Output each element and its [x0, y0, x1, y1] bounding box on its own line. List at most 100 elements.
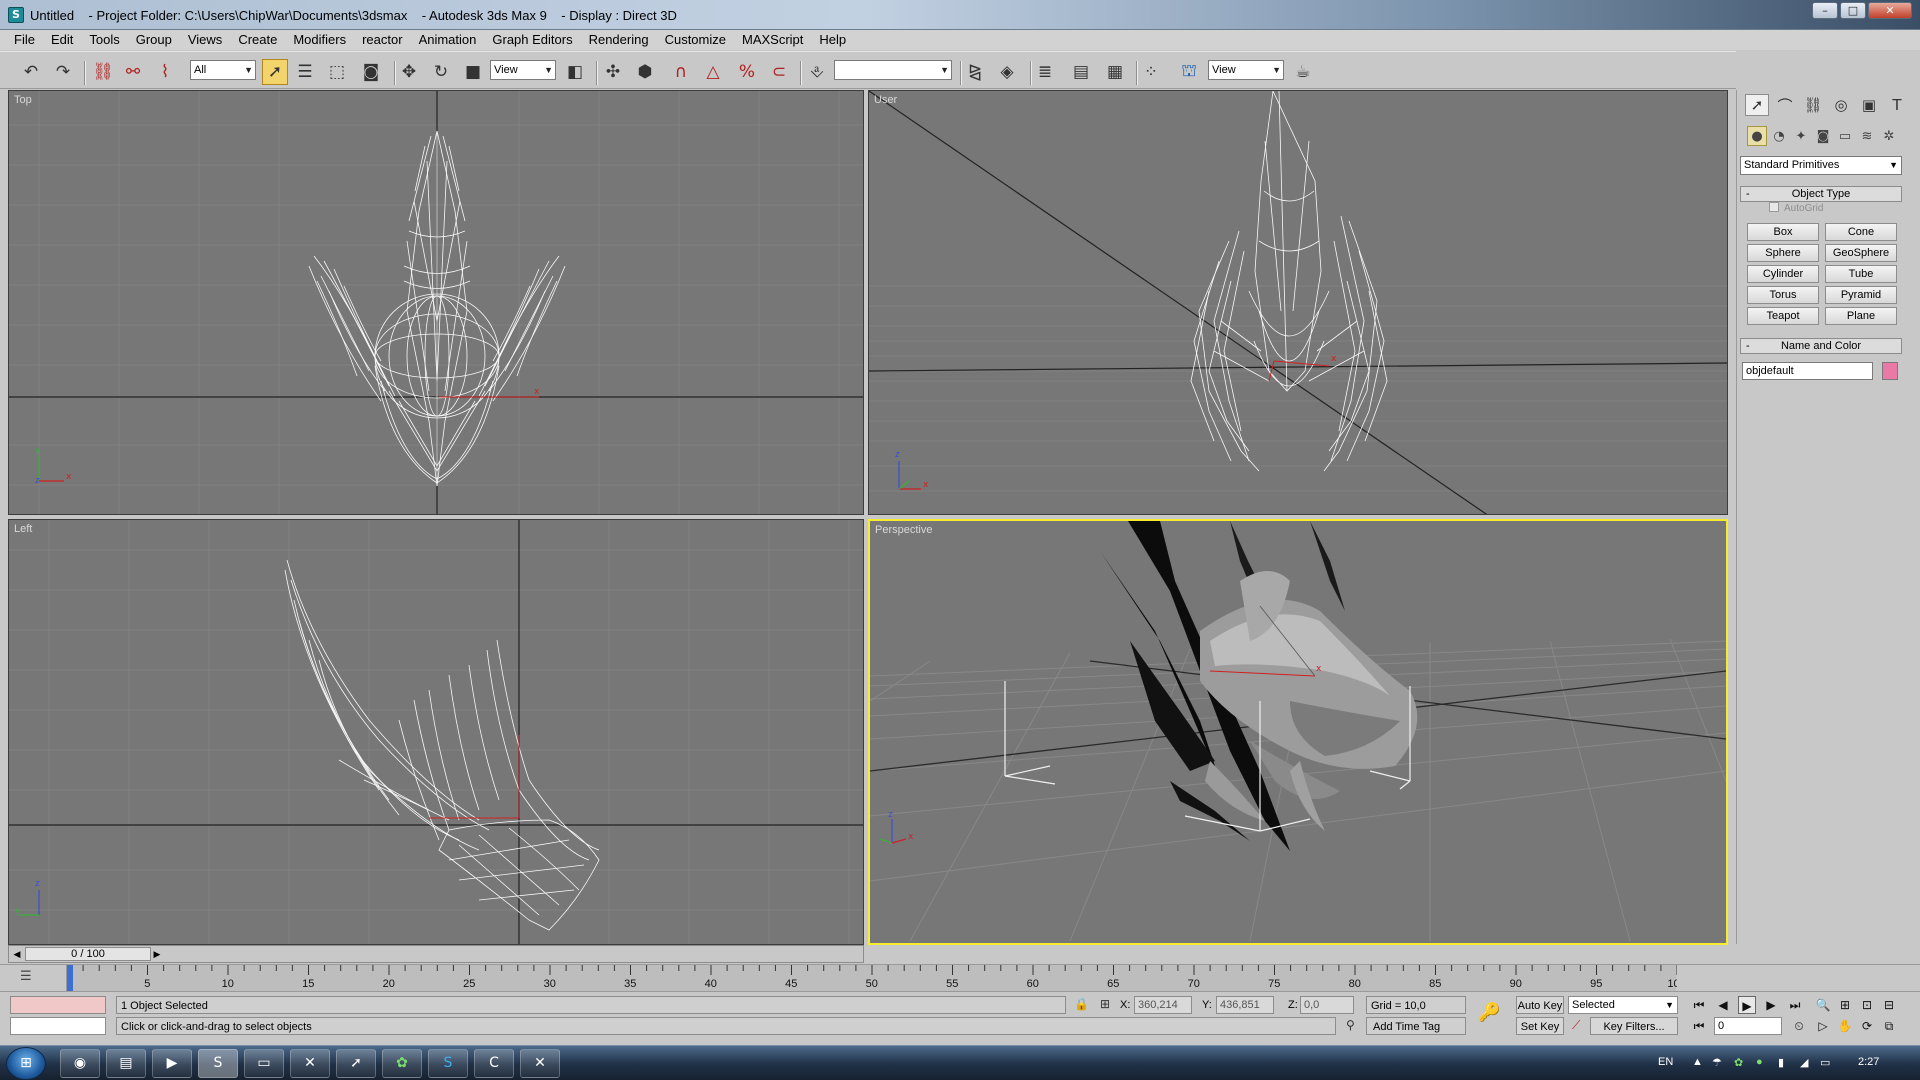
menu-reactor[interactable]: reactor [354, 30, 410, 50]
play-icon[interactable]: ▶ [1738, 996, 1756, 1014]
shapes-icon[interactable]: ◔ [1769, 126, 1789, 146]
arc-rotate-icon[interactable]: ⟳ [1858, 1017, 1876, 1035]
menu-help[interactable]: Help [811, 30, 854, 50]
show-hidden-icons-icon[interactable]: ▲ [1692, 1056, 1703, 1068]
category-dropdown[interactable]: Standard Primitives ▼ [1740, 156, 1902, 175]
menu-create[interactable]: Create [230, 30, 285, 50]
percent-snap-icon[interactable]: % [734, 59, 760, 85]
mirror-icon[interactable]: ⧎ [962, 59, 988, 85]
menu-customize[interactable]: Customize [657, 30, 734, 50]
chrome-taskbar-icon[interactable]: ◉ [60, 1049, 100, 1078]
angle-snap-icon[interactable]: △ [700, 59, 726, 85]
unlink-selection-icon[interactable]: ⚯ [120, 59, 146, 85]
zoom-extents-icon[interactable]: ⊡ [1858, 996, 1876, 1014]
auto-key-button[interactable]: Auto Key [1516, 996, 1564, 1014]
next-frame-icon[interactable]: ▶ [149, 946, 165, 962]
geometry-icon[interactable]: ● [1747, 126, 1767, 146]
next-key-icon[interactable]: ▶ [1762, 996, 1780, 1014]
close-button[interactable]: ✕ [1868, 2, 1912, 19]
viewport-top[interactable]: Top x y x z [8, 90, 864, 515]
curve-editor-icon[interactable]: ▤ [1068, 59, 1094, 85]
cone-button[interactable]: Cone [1825, 223, 1897, 241]
use-pivot-center-icon[interactable]: ◧ [562, 59, 588, 85]
menu-animation[interactable]: Animation [411, 30, 485, 50]
redo-icon[interactable]: ↷ [50, 59, 76, 85]
maximize-viewport-icon[interactable]: ⧉ [1880, 1017, 1898, 1035]
cursor-tool-taskbar-icon[interactable]: ➚ [336, 1049, 376, 1078]
key-mode-dropdown[interactable]: Selected ▼ [1568, 996, 1678, 1014]
named-selection-sets-dropdown[interactable]: ▼ [834, 60, 952, 80]
edit-named-selection-icon[interactable]: ⎀ [804, 59, 830, 85]
name-and-color-rollout[interactable]: - Name and Color [1740, 338, 1902, 354]
3dsmax-taskbar-icon[interactable]: S [198, 1049, 238, 1078]
pyramid-button[interactable]: Pyramid [1825, 286, 1897, 304]
time-configuration-icon[interactable]: ⏲ [1790, 1017, 1808, 1035]
maxscript-listener-pink[interactable] [10, 996, 106, 1014]
app-taskbar-icon[interactable]: ✕ [290, 1049, 330, 1078]
frame-ruler[interactable]: 5 10 15 20 25 30 35 40 45 50 55 60 65 70 75 80 85 90 95 100 [66, 965, 1686, 992]
helpers-icon[interactable]: ▭ [1835, 126, 1855, 146]
default-tangent-icon[interactable]: ⟋ [1572, 1018, 1580, 1033]
viewport-label-perspective[interactable]: Perspective [875, 524, 932, 536]
select-and-link-icon[interactable]: ⛓ [90, 59, 116, 85]
object-name-field[interactable]: objdefault [1742, 362, 1873, 380]
window-crossing-icon[interactable]: ◙ [358, 59, 384, 85]
set-key-icon[interactable]: 🔑 [1478, 1002, 1500, 1023]
menu-file[interactable]: File [6, 30, 43, 50]
menu-rendering[interactable]: Rendering [581, 30, 657, 50]
cylinder-button[interactable]: Cylinder [1747, 265, 1819, 283]
menu-views[interactable]: Views [180, 30, 230, 50]
current-frame-field[interactable]: 0 [1714, 1017, 1782, 1035]
layer-manager-icon[interactable]: ≣ [1032, 59, 1058, 85]
start-button-icon[interactable]: ⊞ [6, 1047, 46, 1080]
sphere-button[interactable]: Sphere [1747, 244, 1819, 262]
viewport-label-user[interactable]: User [874, 94, 897, 106]
quick-render-icon[interactable]: ☕ [1290, 59, 1316, 85]
hierarchy-tab-icon[interactable]: ⛓ [1801, 94, 1825, 116]
volume-icon[interactable]: ◢ [1800, 1056, 1808, 1069]
terminal-taskbar-icon[interactable]: ▭ [244, 1049, 284, 1078]
spinner-snap-icon[interactable]: ⊂ [766, 59, 792, 85]
select-and-manipulate-icon[interactable]: ✣ [600, 59, 626, 85]
space-warps-icon[interactable]: ≋ [1857, 126, 1877, 146]
viewport-user[interactable]: User x z x [868, 90, 1728, 515]
tube-button[interactable]: Tube [1825, 265, 1897, 283]
schematic-view-icon[interactable]: ▦ [1102, 59, 1128, 85]
select-and-rotate-icon[interactable]: ↻ [428, 59, 454, 85]
zoom-all-icon[interactable]: ⊞ [1836, 996, 1854, 1014]
snaps-toggle-icon[interactable]: ∩ [668, 59, 694, 85]
rollout-collapse-toggle[interactable]: - [1746, 339, 1750, 353]
menu-edit[interactable]: Edit [43, 30, 81, 50]
object-type-rollout[interactable]: - Object Type [1740, 186, 1902, 202]
select-by-name-icon[interactable]: ☰ [292, 59, 318, 85]
previous-frame-icon[interactable]: ◀ [9, 946, 25, 962]
menu-group[interactable]: Group [128, 30, 180, 50]
viewport-label-top[interactable]: Top [14, 94, 32, 106]
tray-icq-icon[interactable]: ✿ [1734, 1056, 1743, 1069]
zoom-extents-all-icon[interactable]: ⊟ [1880, 996, 1898, 1014]
pan-view-icon[interactable]: ✋ [1836, 1017, 1854, 1035]
render-scene-icon[interactable]: ⛫ [1176, 59, 1202, 85]
clock[interactable]: 2:27 [1858, 1056, 1879, 1068]
plane-button[interactable]: Plane [1825, 307, 1897, 325]
absolute-mode-icon[interactable]: ⊞ [1100, 997, 1110, 1011]
align-icon[interactable]: ◈ [994, 59, 1020, 85]
app-c-taskbar-icon[interactable]: C [474, 1049, 514, 1078]
select-object-icon[interactable]: ➚ [262, 59, 288, 85]
selection-filter-dropdown[interactable]: All ▼ [190, 60, 256, 80]
power-icon[interactable]: ▭ [1820, 1056, 1830, 1069]
rollout-collapse-toggle[interactable]: - [1746, 187, 1750, 201]
time-slider-thumb[interactable]: 0 / 100 [25, 947, 151, 961]
network-icon[interactable]: ▮ [1778, 1056, 1784, 1069]
tray-status-icon[interactable]: ● [1756, 1056, 1763, 1068]
3ds-max-icon[interactable]: S [8, 7, 24, 23]
go-to-start-icon[interactable]: ⏮ [1690, 996, 1708, 1014]
reference-coordinate-dropdown[interactable]: View ▼ [490, 60, 556, 80]
undo-icon[interactable]: ↶ [18, 59, 44, 85]
maximize-button[interactable]: □ [1840, 2, 1866, 19]
teapot-button[interactable]: Teapot [1747, 307, 1819, 325]
app-x-taskbar-icon[interactable]: ✕ [520, 1049, 560, 1078]
minimize-button[interactable]: – [1812, 2, 1838, 19]
menu-tools[interactable]: Tools [81, 30, 127, 50]
skype-taskbar-icon[interactable]: S [428, 1049, 468, 1078]
